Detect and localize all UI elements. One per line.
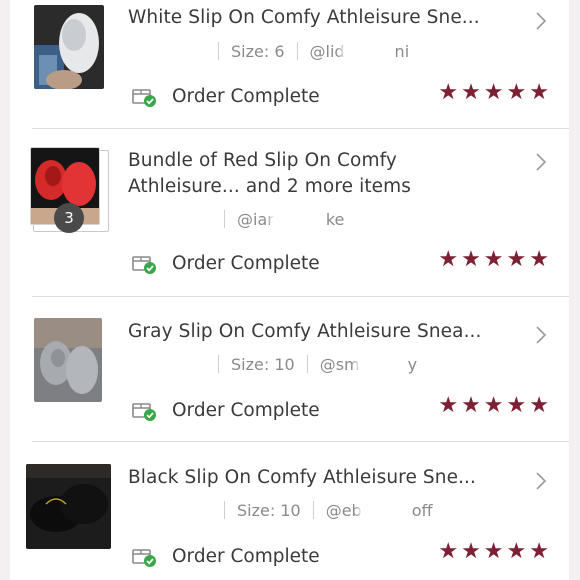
order-list: White Slip On Comfy Athleisure Sne... Si… [10,0,569,580]
product-thumbnail[interactable] [26,464,111,549]
star-icon: ★ [506,539,527,564]
meta-divider [306,355,308,373]
meta-divider [224,501,225,519]
star-icon: ★ [438,539,459,564]
star-icon: ★ [529,393,549,418]
star-icon: ★ [461,247,481,272]
redacted-username [273,208,326,230]
meta-divider [296,42,298,60]
meta-divider [218,42,219,60]
package-check-icon [132,549,156,567]
product-thumbnail[interactable] [34,5,104,89]
meta-divider [218,355,219,373]
order-title-line2[interactable]: Athleisure... and 2 more items [128,174,411,200]
package-check-icon [132,89,156,107]
chevron-right-icon[interactable] [535,152,547,172]
star-icon: ★ [483,393,504,418]
item-count-badge: 3 [54,203,84,233]
order-row[interactable]: White Slip On Comfy Athleisure Sne... Si… [10,0,569,128]
seller-username[interactable]: @eb [326,501,362,520]
meta-divider [312,501,314,519]
star-icon: ★ [529,539,549,564]
seller-username-tail: y [407,354,418,374]
package-check-icon [132,256,156,274]
star-icon: ★ [529,80,549,105]
seller-username-tail: ni [394,41,410,61]
meta-divider [224,210,225,228]
redacted-price [128,353,206,375]
status-label: Order Complete [172,85,320,107]
seller-username-tail: off [411,500,433,520]
star-rating: ★ ★ ★ ★ ★ [438,541,549,563]
star-icon: ★ [506,80,527,105]
seller-username[interactable]: @lid [310,42,345,61]
star-icon: ★ [506,247,527,272]
star-icon: ★ [506,393,527,418]
star-rating: ★ ★ ★ ★ ★ [438,395,549,417]
star-icon: ★ [483,247,504,272]
order-meta: Size: 10 @eb off [128,499,433,521]
star-icon: ★ [438,247,459,272]
status-label: Order Complete [172,399,320,421]
order-status: Order Complete [132,84,320,108]
order-status: Order Complete [132,544,320,568]
chevron-right-icon[interactable] [535,325,547,345]
redacted-username [344,40,395,62]
seller-username[interactable]: @iar [237,210,274,229]
chevron-right-icon[interactable] [535,11,547,31]
star-icon: ★ [483,80,504,105]
order-row[interactable]: Black Slip On Comfy Athleisure Sne... Si… [10,442,569,580]
product-thumbnail[interactable] [34,318,102,402]
order-meta: Size: 10 @sm y [128,353,417,375]
order-title[interactable]: White Slip On Comfy Athleisure Sne... [128,5,480,31]
star-rating: ★ ★ ★ ★ ★ [438,82,549,104]
star-icon: ★ [461,539,481,564]
star-icon: ★ [529,247,549,272]
package-check-icon [132,403,156,421]
order-title-line1[interactable]: Bundle of Red Slip On Comfy [128,148,397,174]
order-meta: Size: 6 @lid ni [128,40,409,62]
order-row[interactable]: 3 Bundle of Red Slip On Comfy Athleisure… [10,129,569,296]
order-row[interactable]: Gray Slip On Comfy Athleisure Snea... Si… [10,297,569,441]
star-rating: ★ ★ ★ ★ ★ [438,249,549,271]
star-icon: ★ [461,80,481,105]
redacted-price [128,40,206,62]
star-icon: ★ [438,393,459,418]
order-title[interactable]: Black Slip On Comfy Athleisure Sne... [128,465,476,491]
seller-username-tail: ke [325,209,345,229]
order-title[interactable]: Gray Slip On Comfy Athleisure Snea... [128,319,482,345]
status-label: Order Complete [172,545,320,567]
redacted-username [361,499,412,521]
chevron-right-icon[interactable] [535,471,547,491]
size-label: Size: 6 [231,41,285,61]
seller-username[interactable]: @sm [320,355,360,374]
star-icon: ★ [438,80,459,105]
redacted-price [128,499,212,521]
redacted-username [359,353,408,375]
size-label: Size: 10 [237,500,301,520]
order-status: Order Complete [132,251,320,275]
order-status: Order Complete [132,398,320,422]
star-icon: ★ [483,539,504,564]
star-icon: ★ [461,393,481,418]
size-label: Size: 10 [231,354,295,374]
status-label: Order Complete [172,252,320,274]
redacted-price [128,208,212,230]
order-meta: @iar ke [128,208,344,230]
